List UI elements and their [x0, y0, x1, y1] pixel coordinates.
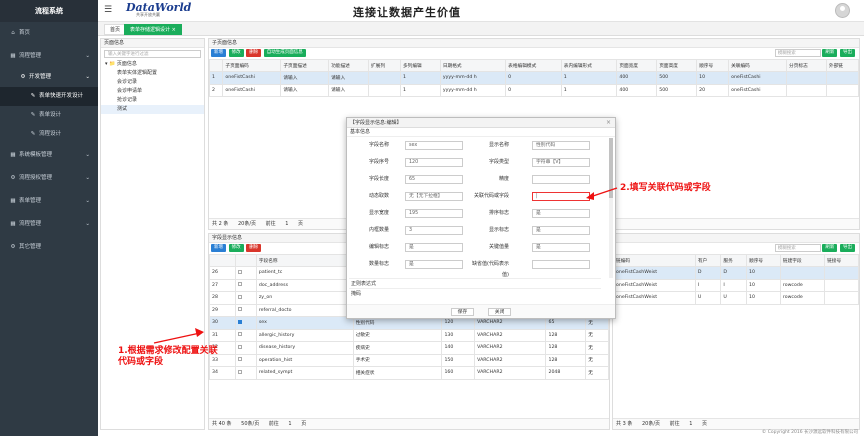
copyright: © Copyright 2016 长沙源远软件科技有限公司 [761, 430, 858, 435]
annotation-arrows [153, 187, 618, 344]
annotation-1: 1.根据需求修改配置关联代码或字段 [118, 346, 218, 367]
annotation-2: 2.填写关联代码或字段 [620, 183, 711, 193]
